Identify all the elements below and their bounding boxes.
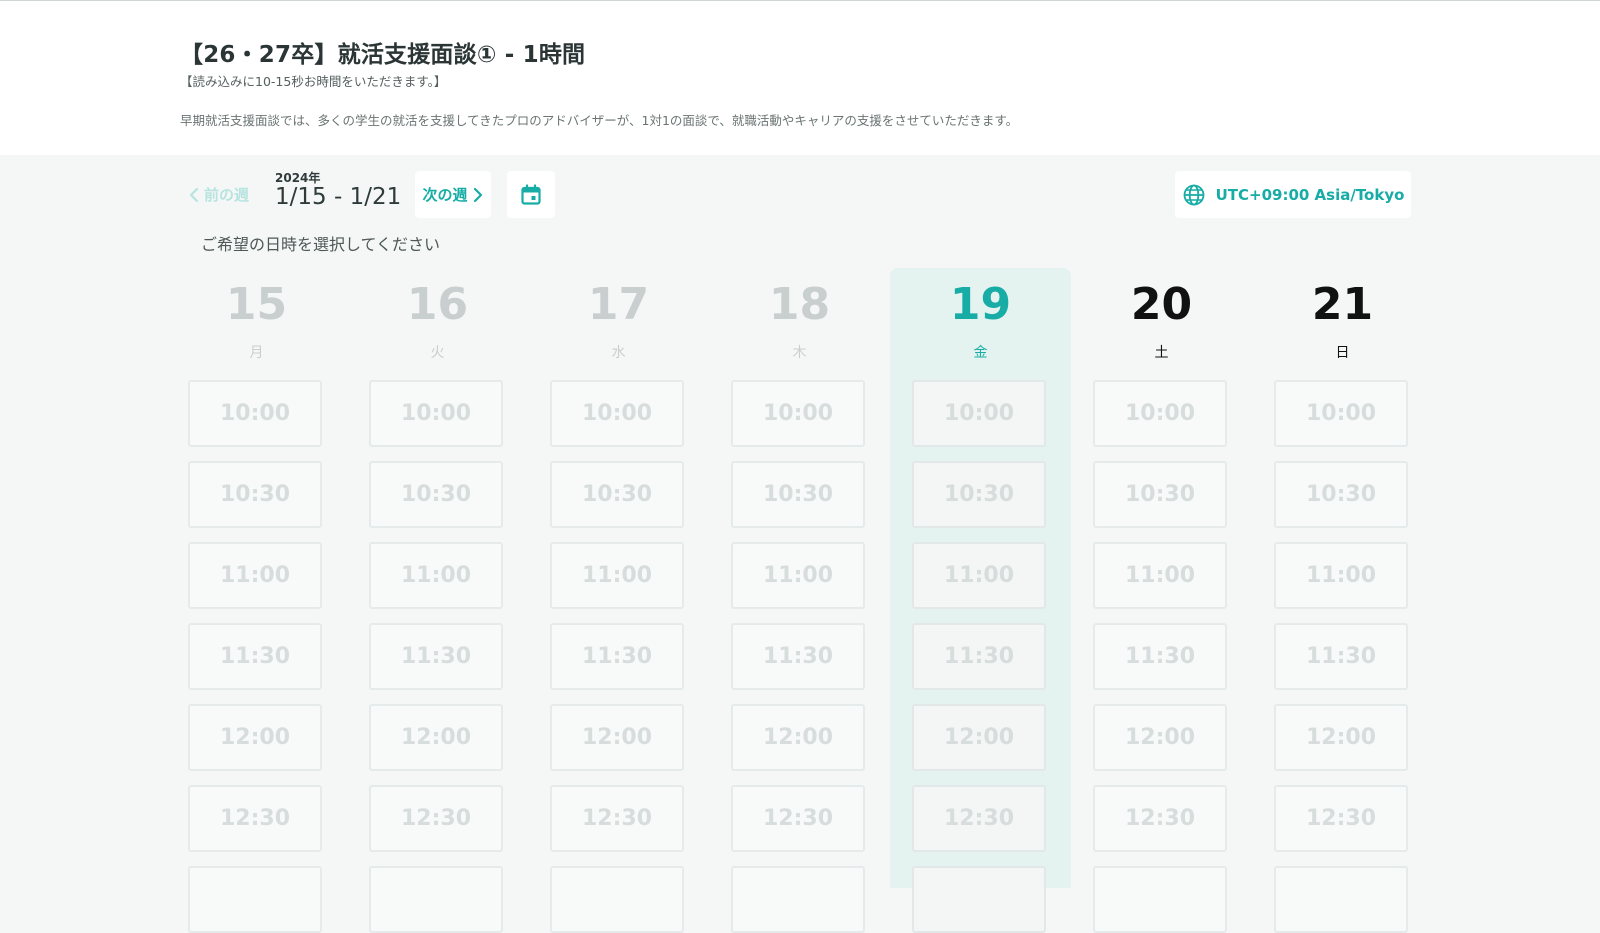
time-slot-button[interactable] xyxy=(550,866,684,933)
day-weekday: 火 xyxy=(430,345,445,361)
time-slot-button[interactable]: 12:00 xyxy=(1093,704,1227,771)
next-week-button[interactable]: 次の週 xyxy=(415,171,491,218)
day-number: 20 xyxy=(1130,279,1193,330)
day-weekday: 日 xyxy=(1335,345,1350,361)
day-column[interactable]: 19 金 10:00 10:30 11:00 11:30 12:00 12:30 xyxy=(890,268,1071,933)
calendar-icon xyxy=(521,183,541,205)
day-number: 16 xyxy=(406,279,469,330)
chevron-right-icon xyxy=(473,187,482,202)
time-slot-button[interactable]: 12:00 xyxy=(550,704,684,771)
time-slot-button[interactable]: 12:30 xyxy=(912,785,1046,852)
time-slot-button[interactable]: 11:00 xyxy=(731,542,865,609)
time-slot-button[interactable]: 10:30 xyxy=(369,461,503,528)
time-slot-button[interactable] xyxy=(1274,866,1408,933)
time-slot-button[interactable]: 11:00 xyxy=(369,542,503,609)
day-column: 16 火 10:00 10:30 11:00 11:30 12:00 12:30 xyxy=(347,268,528,933)
time-slot-button[interactable]: 11:30 xyxy=(912,623,1046,690)
time-slot-button[interactable]: 11:00 xyxy=(550,542,684,609)
time-slot-button[interactable]: 11:00 xyxy=(1093,542,1227,609)
day-column[interactable]: 21 日 10:00 10:30 11:00 11:30 12:00 12:30 xyxy=(1252,268,1433,933)
time-slot-button[interactable]: 12:30 xyxy=(1093,785,1227,852)
day-number: 17 xyxy=(587,279,650,330)
time-slot-button[interactable]: 11:00 xyxy=(912,542,1046,609)
day-column: 15 月 10:00 10:30 11:00 11:30 12:00 12:30 xyxy=(166,268,347,933)
time-slot-button[interactable]: 10:00 xyxy=(1093,380,1227,447)
date-range: 1/15 - 1/21 xyxy=(275,184,402,210)
time-slot-button[interactable]: 10:30 xyxy=(188,461,322,528)
time-slot-button[interactable]: 10:30 xyxy=(550,461,684,528)
event-description: 早期就活支援面談では、多くの学生の就活を支援してきたプロのアドバイザーが、1対1… xyxy=(180,113,1019,128)
day-number: 19 xyxy=(949,279,1012,330)
prev-week-label: 前の週 xyxy=(204,186,250,204)
time-slot-button[interactable]: 12:00 xyxy=(912,704,1046,771)
time-slot-button[interactable]: 11:30 xyxy=(731,623,865,690)
day-number: 21 xyxy=(1311,279,1374,330)
time-slot-button[interactable]: 11:00 xyxy=(1274,542,1408,609)
globe-icon xyxy=(1183,184,1204,205)
time-slot-button[interactable] xyxy=(1093,866,1227,933)
time-slot-button[interactable]: 10:30 xyxy=(1274,461,1408,528)
day-number: 15 xyxy=(225,279,288,330)
chevron-left-icon xyxy=(189,187,199,202)
time-slot-button[interactable]: 10:00 xyxy=(912,380,1046,447)
timezone-label: UTC+09:00 Asia/Tokyo xyxy=(1215,185,1405,204)
time-slot-button[interactable]: 11:30 xyxy=(550,623,684,690)
day-column: 17 水 10:00 10:30 11:00 11:30 12:00 12:30 xyxy=(528,268,709,933)
time-slot-button[interactable] xyxy=(188,866,322,933)
day-weekday: 木 xyxy=(792,345,807,361)
next-week-label: 次の週 xyxy=(422,186,468,204)
day-column: 18 木 10:00 10:30 11:00 11:30 12:00 12:30 xyxy=(709,268,890,933)
time-slot-button[interactable]: 12:30 xyxy=(731,785,865,852)
time-slot-button[interactable]: 12:00 xyxy=(1274,704,1408,771)
day-weekday: 月 xyxy=(249,345,264,361)
time-slot-button[interactable]: 12:30 xyxy=(188,785,322,852)
time-slot-button[interactable]: 10:00 xyxy=(550,380,684,447)
time-slot-button[interactable]: 11:30 xyxy=(369,623,503,690)
time-slot-button[interactable]: 11:30 xyxy=(188,623,322,690)
time-slot-button[interactable]: 10:00 xyxy=(1274,380,1408,447)
time-slot-button[interactable]: 10:30 xyxy=(731,461,865,528)
time-slot-button[interactable] xyxy=(731,866,865,933)
time-slot-button[interactable]: 11:00 xyxy=(188,542,322,609)
event-header: 【26・27卒】就活支援面談① - 1時間 【読み込みに10-15秒お時間をいた… xyxy=(0,1,1600,155)
time-slot-button[interactable]: 12:00 xyxy=(369,704,503,771)
prev-week-button[interactable]: 前の週 xyxy=(188,184,249,205)
instruction-text: ご希望の日時を選択してください xyxy=(201,235,441,254)
time-slot-button[interactable]: 12:30 xyxy=(1274,785,1408,852)
timezone-button[interactable]: UTC+09:00 Asia/Tokyo xyxy=(1175,171,1411,218)
time-slot-button[interactable]: 12:30 xyxy=(369,785,503,852)
time-slot-button[interactable] xyxy=(912,866,1046,933)
time-slot-button[interactable] xyxy=(369,866,503,933)
day-weekday: 金 xyxy=(973,345,988,361)
time-slot-button[interactable]: 10:00 xyxy=(369,380,503,447)
calendar-button[interactable] xyxy=(507,171,555,218)
day-number: 18 xyxy=(768,279,831,330)
time-slot-button[interactable]: 12:00 xyxy=(731,704,865,771)
time-slot-button[interactable]: 11:30 xyxy=(1274,623,1408,690)
page-title: 【26・27卒】就活支援面談① - 1時間 xyxy=(180,42,586,68)
time-slot-button[interactable]: 10:00 xyxy=(731,380,865,447)
time-slot-button[interactable]: 10:30 xyxy=(1093,461,1227,528)
time-slot-button[interactable]: 12:00 xyxy=(188,704,322,771)
day-weekday: 水 xyxy=(611,345,626,361)
loading-notice: 【読み込みに10-15秒お時間をいただきます。】 xyxy=(180,74,447,89)
day-column[interactable]: 20 土 10:00 10:30 11:00 11:30 12:00 12:30 xyxy=(1071,268,1252,933)
time-slot-button[interactable]: 12:30 xyxy=(550,785,684,852)
time-slot-button[interactable]: 10:00 xyxy=(188,380,322,447)
day-weekday: 土 xyxy=(1154,345,1169,361)
time-slot-button[interactable]: 10:30 xyxy=(912,461,1046,528)
time-slot-button[interactable]: 11:30 xyxy=(1093,623,1227,690)
